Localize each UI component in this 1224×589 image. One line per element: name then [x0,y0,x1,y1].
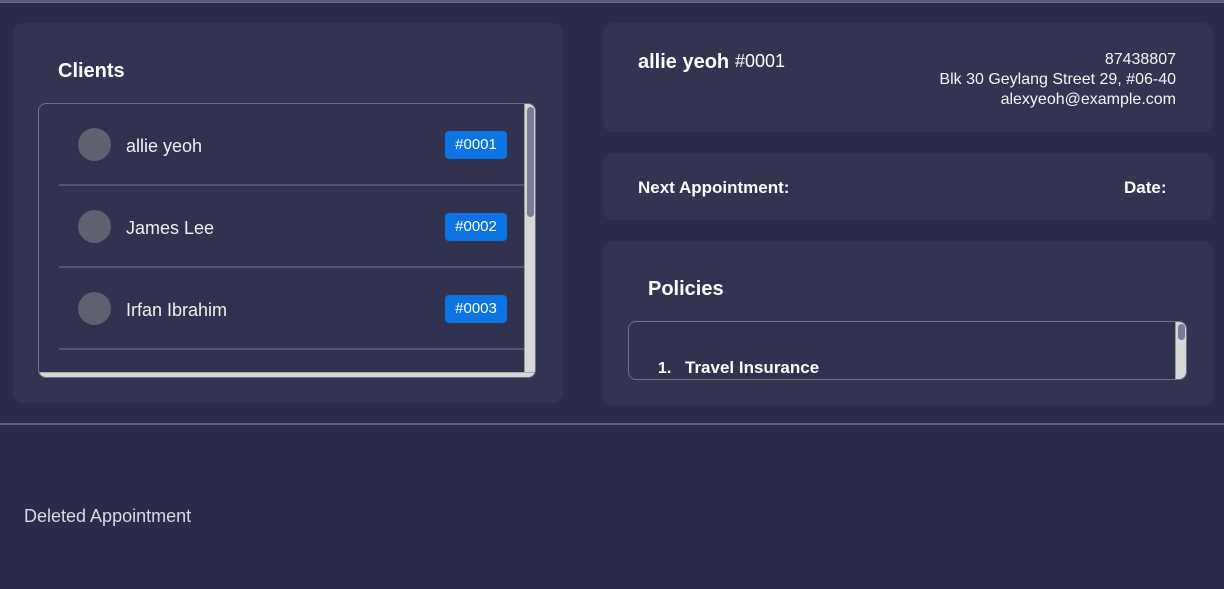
appointment-panel: Next Appointment: Date: [603,153,1213,220]
avatar [78,292,111,325]
detail-contact: 87438807 Blk 30 Geylang Street 29, #06-4… [939,50,1176,110]
next-appointment-label: Next Appointment: [638,178,790,197]
client-id-badge: #0002 [445,213,507,241]
client-row[interactable]: Irfan Ibrahim #0003 [59,268,525,350]
scrollbar-thumb[interactable] [527,107,534,217]
client-list[interactable]: allie yeoh #0001 James Lee #0002 Irfan I… [38,103,536,378]
detail-name: allie yeoh [638,51,730,73]
client-row[interactable]: James Lee #0002 [59,186,525,268]
detail-phone: 87438807 [1104,51,1176,68]
policies-panel: Policies 1. Travel Insurance [603,241,1213,405]
client-list-hscrollbar[interactable] [39,372,535,377]
client-row[interactable]: allie yeoh #0001 [59,104,525,186]
clients-title: Clients [58,60,125,82]
policy-list[interactable]: 1. Travel Insurance [628,321,1187,380]
policy-name: Travel Insurance [685,358,820,377]
policy-number: 1. [658,360,672,377]
policies-title: Policies [648,278,724,300]
result-divider [0,423,1224,425]
result-message: Deleted Appointment [24,506,192,526]
date-label: Date: [1124,178,1167,197]
top-divider [0,0,1224,3]
client-name: James Lee [126,218,215,238]
clients-panel: Clients allie yeoh #0001 James Lee #0002… [13,23,563,403]
client-name: allie yeoh [126,136,203,156]
policy-list-scrollbar[interactable] [1175,322,1186,379]
client-id-badge: #0003 [445,295,507,323]
client-list-scrollbar[interactable] [524,104,535,377]
detail-address: Blk 30 Geylang Street 29, #06-40 [939,71,1176,88]
policy-item[interactable]: 1. Travel Insurance [658,358,819,378]
avatar [78,210,111,243]
client-id-badge: #0001 [445,131,507,159]
detail-email: alexyeoh@example.com [1000,91,1176,108]
detail-id: #0001 [735,51,786,71]
scrollbar-thumb[interactable] [1178,324,1185,340]
client-name: Irfan Ibrahim [126,300,228,320]
avatar [78,128,111,161]
client-detail-panel: allie yeoh #0001 87438807 Blk 30 Geylang… [603,23,1213,132]
